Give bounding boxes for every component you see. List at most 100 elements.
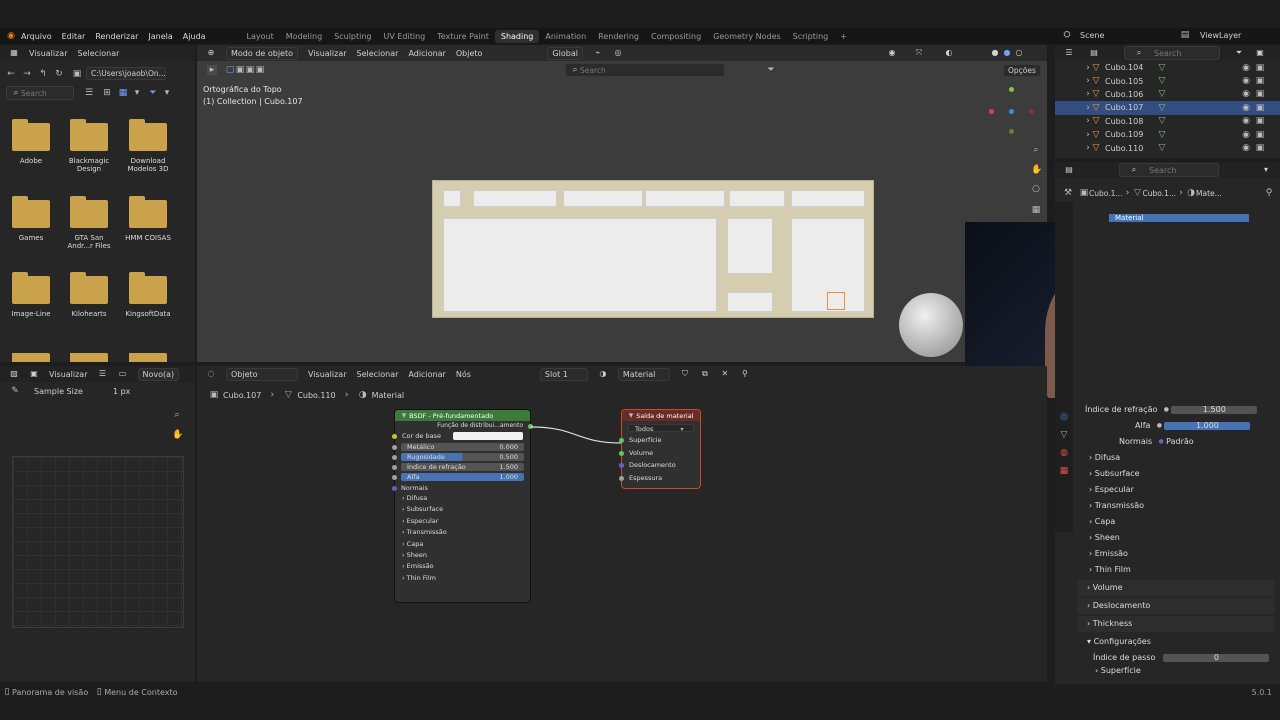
material-sphere-icon[interactable]: ◑	[598, 369, 608, 379]
tab-modeling[interactable]: Modeling	[280, 30, 328, 43]
pass-index-field[interactable]: 0	[1163, 654, 1270, 662]
material-output-node[interactable]: ▾ Saída de material Todos ▾ Superfície Vo…	[619, 409, 701, 489]
folder-item[interactable]	[63, 353, 115, 362]
base-color-swatch[interactable]	[453, 432, 523, 440]
sample-size-value[interactable]: 1 px	[113, 387, 130, 396]
chevron-down-icon[interactable]: ▾	[132, 88, 142, 98]
folder-editor-icon[interactable]: ▦	[9, 48, 19, 58]
subpanel-item[interactable]: › Difusa	[1055, 450, 1280, 466]
roughness-field[interactable]: Rugosidade 0.500	[392, 453, 524, 461]
forward-arrow-icon[interactable]: →	[22, 69, 32, 79]
panel-especular[interactable]: › Especular	[395, 516, 530, 527]
path-field[interactable]: C:\Users\joaob\On...	[86, 67, 166, 80]
visibility-icon[interactable]: ◉	[887, 48, 897, 58]
socket-dot[interactable]	[619, 475, 624, 481]
folder-item[interactable]: GTA San Andr...r Files	[63, 196, 115, 250]
viewport-3d[interactable]: ⊕ Modo de objeto Visualizar Selecionar A…	[197, 45, 1047, 362]
ne-menu-visualizar[interactable]: Visualizar	[308, 370, 347, 379]
outliner-icon[interactable]: ☰	[1064, 48, 1074, 58]
zoom-icon[interactable]: ⌕	[172, 410, 182, 420]
normals-value[interactable]: Padrão	[1166, 434, 1194, 450]
bsdf-output-socket[interactable]: Função de distribui...amento bidireciona…	[395, 421, 533, 439]
folder-item[interactable]	[5, 353, 57, 362]
properties-search-input[interactable]: ⌕ Search	[1119, 163, 1219, 177]
image-canvas[interactable]	[12, 456, 184, 628]
panel-item[interactable]: › Thickness	[1077, 616, 1275, 632]
output-node-title[interactable]: ▾ Saída de material	[622, 410, 700, 421]
socket-dot-icon[interactable]: ●	[1154, 421, 1164, 431]
scene-selector[interactable]: ⛭ Scene	[1062, 30, 1104, 40]
outliner-row[interactable]: › ▽ Cubo.110 ▽ ◉ ▣	[1055, 141, 1280, 154]
tab-texture-paint[interactable]: Texture Paint	[431, 30, 495, 43]
vp-menu-selecionar[interactable]: Selecionar	[357, 49, 399, 58]
view-mode-icon[interactable]: ▣	[29, 369, 39, 379]
viewport-search-input[interactable]: ⌕ Search	[565, 63, 725, 77]
options-button[interactable]: Opções	[1003, 63, 1041, 77]
outliner-row[interactable]: › ▽ Cubo.106 ▽ ◉ ▣	[1055, 88, 1280, 101]
alpha-field[interactable]: Alfa 1.000	[392, 473, 524, 481]
filter-icon[interactable]: ⏷	[766, 65, 776, 75]
ne-menu-adicionar[interactable]: Adicionar	[408, 370, 445, 379]
tab-animation[interactable]: Animation	[539, 30, 592, 43]
outliner-row[interactable]: › ▽ Cubo.104 ▽ ◉ ▣	[1055, 61, 1280, 74]
navigation-gizmo[interactable]	[987, 85, 1037, 141]
eye-icon[interactable]: ◉	[1241, 116, 1251, 126]
panel-item[interactable]: › Deslocamento	[1077, 598, 1275, 614]
eyedropper-icon[interactable]: ✎	[10, 386, 20, 396]
subpanel-item[interactable]: › Especular	[1055, 482, 1280, 498]
tab-geometry-nodes[interactable]: Geometry Nodes	[707, 30, 786, 43]
pin-icon[interactable]: ⚲	[740, 369, 750, 379]
fb-menu-visualizar[interactable]: Visualizar	[29, 49, 68, 58]
subpanel-item[interactable]: › Transmissão	[1055, 498, 1280, 514]
tab-shading[interactable]: Shading	[494, 29, 540, 43]
display-mode-icon[interactable]: ▤	[1089, 48, 1099, 58]
solid-shading-icon[interactable]: ●	[990, 48, 1000, 58]
neg-y-axis-dot[interactable]	[1009, 129, 1014, 134]
menu-editar[interactable]: Editar	[57, 32, 91, 41]
camera-icon[interactable]: ▣	[1255, 76, 1265, 86]
add-workspace-button[interactable]: +	[834, 30, 853, 43]
refresh-icon[interactable]: ↻	[54, 69, 64, 79]
folder-item[interactable]: Blackmagic Design	[63, 119, 115, 173]
collapse-icon[interactable]: ▾	[628, 411, 634, 421]
parent-dir-icon[interactable]: ↰	[38, 69, 48, 79]
viewlayer-selector[interactable]: ▤ ViewLayer	[1180, 30, 1242, 40]
folder-item[interactable]: HMM COISAS	[122, 196, 174, 242]
camera-icon[interactable]: ▣	[1255, 130, 1265, 140]
menu-lines-icon[interactable]: ☰	[98, 369, 108, 379]
keyboard-object[interactable]	[432, 180, 874, 318]
outliner-row[interactable]: › ▽ Cubo.105 ▽ ◉ ▣	[1055, 74, 1280, 87]
outliner-row[interactable]: › ▽ Cubo.108 ▽ ◉ ▣	[1055, 115, 1280, 128]
ne-menu-selecionar[interactable]: Selecionar	[357, 370, 399, 379]
filter-icon[interactable]: ⏷	[148, 88, 158, 98]
gizmo-icon[interactable]: ⤧	[914, 48, 924, 58]
vp-menu-objeto[interactable]: Objeto	[456, 49, 483, 58]
socket-dot[interactable]	[619, 450, 624, 456]
rendered-shading-icon[interactable]: ○	[1014, 48, 1024, 58]
tab-layout[interactable]: Layout	[241, 30, 280, 43]
camera-icon[interactable]: ▣	[1255, 143, 1265, 153]
box-select-invert-icon[interactable]: ▣	[255, 65, 265, 75]
pin-icon[interactable]: ⚲	[1264, 188, 1274, 198]
box-select-extend-icon[interactable]: ▣	[235, 65, 245, 75]
eye-icon[interactable]: ◉	[1241, 89, 1251, 99]
panel-item[interactable]: › Volume	[1077, 580, 1275, 596]
surface-subpanel[interactable]: › Superfície	[1055, 666, 1280, 676]
socket-dot-icon[interactable]: ●	[1156, 437, 1166, 447]
transform-orientation[interactable]: Global	[547, 46, 583, 60]
chevron-down-icon[interactable]: ▾	[1261, 165, 1271, 175]
tab-compositing[interactable]: Compositing	[645, 30, 707, 43]
subpanel-item[interactable]: › Emissão	[1055, 546, 1280, 562]
new-image-button[interactable]: Novo(a)	[137, 367, 180, 381]
x-axis-dot[interactable]	[989, 109, 994, 114]
eye-icon[interactable]: ◉	[1241, 76, 1251, 86]
socket-dot[interactable]	[619, 438, 624, 443]
folder-item[interactable]: Adobe	[5, 119, 57, 165]
chevron-down-icon[interactable]: ▾	[162, 88, 172, 98]
outliner-row[interactable]: › ▽ Cubo.107 ▽ ◉ ▣	[1055, 101, 1280, 115]
folder-item[interactable]: Image-Line	[5, 272, 57, 318]
material-selector[interactable]: Material	[617, 367, 670, 381]
zoom-icon[interactable]: ⌕	[1031, 145, 1041, 155]
node-editor[interactable]: ◌ Objeto Visualizar Selecionar Adicionar…	[197, 366, 1047, 682]
vp-menu-visualizar[interactable]: Visualizar	[308, 49, 347, 58]
